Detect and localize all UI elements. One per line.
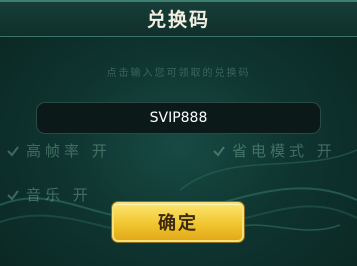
- dialog-title-bar: 兑换码: [0, 2, 357, 37]
- dialog-title: 兑换码: [146, 9, 210, 31]
- redeem-code-dialog: 兑换码 确定: [0, 0, 357, 266]
- game-screen: 点击输入您可领取的兑换码 高帧率 开 省电模式 开 音乐 开 兑换码 确定: [0, 0, 357, 266]
- redeem-code-input[interactable]: [36, 102, 321, 134]
- confirm-button[interactable]: 确定: [112, 202, 244, 242]
